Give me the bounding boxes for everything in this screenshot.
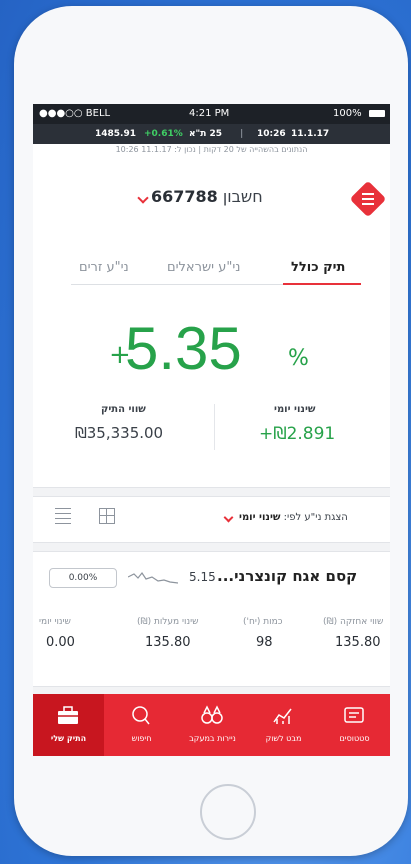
battery-label: 100% — [333, 108, 362, 119]
ticker-index-change: +0.61% — [144, 129, 183, 139]
tab-foreign-securities[interactable]: ני"ע זרים — [79, 260, 129, 275]
nav-label: התיק שלי — [50, 734, 87, 743]
tab-full-portfolio[interactable]: תיק כולל — [291, 260, 345, 275]
stock-card[interactable]: קסם אגח קונצרני... 5.15 0.00% שווי אחזקה… — [33, 551, 390, 686]
col-header-cost-change: שינוי מעלות (₪) — [137, 617, 199, 627]
nav-label: סטטוסים — [339, 734, 370, 743]
ticker-time: 10:26 — [257, 129, 286, 139]
account-number: 667788 — [151, 187, 218, 206]
clock: 4:21 PM — [189, 108, 230, 119]
account-label: חשבון — [222, 187, 263, 206]
stats-divider — [214, 404, 215, 450]
nav-label: מבט לשוק — [265, 734, 302, 743]
daily-change-value: +₪2.891 — [259, 424, 336, 444]
ticker-index-name: 25 ת"א — [189, 129, 223, 139]
holding-value: 135.80 — [335, 635, 381, 650]
col-header-daily-change: שינוי יומי — [39, 617, 71, 627]
chevron-down-icon[interactable] — [223, 512, 234, 523]
binoculars-icon — [201, 705, 223, 724]
nav-my-portfolio[interactable]: התיק שלי — [33, 694, 104, 756]
quantity-value: 98 — [256, 635, 273, 650]
sort-prefix: הצגת ני"ע לפי: — [283, 512, 348, 523]
nav-label: חיפוש — [131, 734, 152, 743]
sort-bar: הצגת ני"ע לפי: שינוי יומי — [33, 496, 390, 542]
total-change-unit: % — [288, 346, 309, 371]
daily-change-cell: 0.00 — [46, 635, 75, 650]
market-ticker: 1485.91 +0.61% 25 ת"א | 10:26 11.1.17 — [33, 124, 390, 144]
nav-statuses[interactable]: סטטוסים — [319, 694, 390, 756]
col-header-holding-value: שווי אחזקה (₪) — [323, 617, 384, 627]
grid-view-icon[interactable] — [99, 508, 115, 524]
search-icon — [132, 706, 150, 725]
cost-change-value: 135.80 — [145, 635, 191, 650]
nav-label: ניירות במעקב — [189, 734, 236, 743]
nav-search[interactable]: חיפוש — [106, 694, 177, 756]
ticker-index-value: 1485.91 — [95, 129, 136, 139]
nav-watchlist[interactable]: ניירות במעקב — [177, 694, 248, 756]
portfolio-tabs: תיק כולל ני"ע ישראלים ני"ע זרים — [33, 254, 390, 285]
portfolio-value: ₪35,335.00 — [75, 424, 164, 442]
active-tab-indicator — [283, 283, 361, 285]
battery-icon — [369, 110, 385, 117]
bottom-nav: סטטוסים מבט לשוק ניירות במעקב חיפוש התיק… — [33, 694, 390, 756]
sort-selected: שינוי יומי — [239, 512, 281, 523]
tab-israeli-securities[interactable]: ני"ע ישראלים — [167, 260, 240, 275]
app-screen: ●●●○○ BELL 4:21 PM 100% 1485.91 +0.61% 2… — [33, 104, 390, 756]
home-button[interactable] — [200, 784, 256, 840]
briefcase-icon — [58, 706, 78, 724]
daily-change-title: שינוי יומי — [274, 404, 316, 415]
market-chart-icon — [273, 708, 292, 724]
carrier-label: ●●●○○ BELL — [39, 108, 111, 119]
account-selector[interactable]: 667788 חשבון — [151, 187, 263, 206]
total-change-value: 5.35 — [125, 315, 242, 382]
sparkline-chart — [128, 571, 178, 584]
ticker-date: 11.1.17 — [291, 129, 330, 139]
stock-price: 5.15 — [189, 570, 216, 584]
total-change-display: + 5.35 % — [33, 314, 390, 394]
chevron-down-icon[interactable] — [137, 192, 149, 204]
status-icon — [344, 707, 364, 723]
nav-market-view[interactable]: מבט לשוק — [248, 694, 319, 756]
stock-name: קסם אגח קונצרני... — [217, 567, 358, 585]
col-header-quantity: כמות (יח') — [243, 617, 283, 627]
account-selector-row: 667788 חשבון — [33, 178, 390, 218]
stock-change-pill: 0.00% — [49, 568, 117, 588]
portfolio-value-title: שווי התיק — [101, 404, 146, 415]
list-view-icon[interactable] — [55, 508, 71, 524]
hamburger-icon — [362, 193, 374, 205]
delay-note: הנתונים בהשהייה של 20 דקות | נכון ל: 11.… — [115, 145, 308, 154]
sort-selector[interactable]: הצגת ני"ע לפי: שינוי יומי — [239, 512, 348, 523]
status-bar: ●●●○○ BELL 4:21 PM 100% — [33, 104, 390, 124]
